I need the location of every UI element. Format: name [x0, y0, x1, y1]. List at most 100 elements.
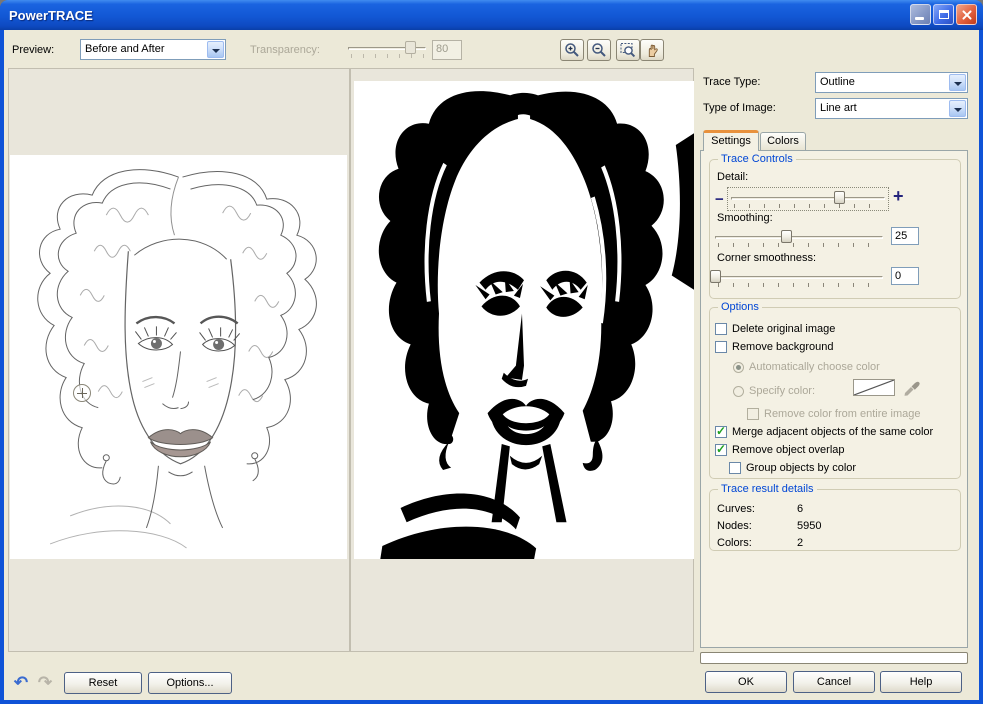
smoothing-value-field[interactable]: 25: [891, 227, 919, 245]
type-of-image-label: Type of Image:: [703, 102, 776, 114]
preview-area: [8, 68, 694, 652]
slider-ticks: [718, 243, 882, 247]
trace-type-combo[interactable]: Outline: [815, 72, 968, 93]
checkbox-box[interactable]: [715, 426, 727, 438]
restore-icon: [939, 10, 949, 19]
smoothing-slider[interactable]: [715, 230, 883, 248]
preview-combo-value: Before and After: [85, 40, 165, 59]
color-swatch: [853, 379, 895, 396]
help-button[interactable]: Help: [880, 671, 962, 693]
tab-settings[interactable]: Settings: [703, 130, 759, 151]
after-image[interactable]: [354, 81, 694, 559]
checkbox-merge-adjacent-objects[interactable]: Merge adjacent objects of the same color: [715, 425, 933, 439]
progress-bar: [700, 652, 968, 664]
window-title: PowerTRACE: [0, 8, 93, 23]
radio-circle: [733, 362, 744, 373]
detail-plus[interactable]: +: [893, 189, 904, 203]
undo-icon: ↶: [14, 674, 28, 692]
nodes-value: 5950: [797, 520, 821, 532]
powertrace-dialog: PowerTRACE Preview: Before and After Tra…: [0, 0, 983, 704]
radio-circle: [733, 386, 744, 397]
chevron-down-icon: [954, 82, 962, 86]
detail-slider[interactable]: [731, 191, 885, 209]
checkbox-remove-object-overlap[interactable]: Remove object overlap: [715, 443, 845, 457]
type-of-image-value: Line art: [820, 99, 857, 118]
checkbox-remove-color-entire-image: Remove color from entire image: [747, 407, 921, 421]
preview-combo[interactable]: Before and After: [80, 39, 226, 60]
zoom-in-button[interactable]: [560, 39, 584, 61]
curves-value: 6: [797, 503, 803, 515]
type-of-image-combo-button[interactable]: [949, 100, 966, 117]
zoom-in-icon: [564, 42, 580, 58]
dialog-body: Preview: Before and After Transparency: …: [4, 30, 979, 700]
cancel-button[interactable]: Cancel: [793, 671, 875, 693]
minimize-icon: [915, 17, 924, 20]
corner-value-field[interactable]: 0: [891, 267, 919, 285]
zoom-cursor-icon: [73, 384, 91, 402]
trace-type-combo-button[interactable]: [949, 74, 966, 91]
transparency-slider: [348, 41, 426, 59]
checkbox-label: Group objects by color: [746, 462, 856, 474]
reset-button[interactable]: Reset: [64, 672, 142, 694]
zoom-out-button[interactable]: [587, 39, 611, 61]
checkbox-remove-background[interactable]: Remove background: [715, 340, 834, 354]
transparency-label: Transparency:: [250, 44, 320, 56]
close-button[interactable]: [956, 4, 977, 25]
colors-value: 2: [797, 537, 803, 549]
before-image[interactable]: [10, 155, 347, 559]
transparency-value-field: 80: [432, 40, 462, 60]
pan-button[interactable]: [640, 39, 664, 61]
zoom-to-fit-button[interactable]: [616, 39, 640, 61]
trace-controls-caption: Trace Controls: [718, 153, 796, 165]
checkbox-group-objects-by-color[interactable]: Group objects by color: [729, 461, 856, 475]
corner-slider-thumb[interactable]: [710, 270, 721, 283]
checkbox-box: [747, 408, 759, 420]
checkbox-box[interactable]: [729, 462, 741, 474]
checkbox-label: Remove color from entire image: [764, 408, 921, 420]
settings-tab-panel: Trace Controls Detail: − + Smoothing: 25…: [700, 150, 968, 648]
eyedropper-button: [901, 376, 921, 396]
trace-result-caption: Trace result details: [718, 483, 817, 495]
smoothing-slider-thumb[interactable]: [781, 230, 792, 243]
slider-ticks: [734, 204, 884, 208]
after-portrait-trace: [354, 81, 694, 559]
slider-track: [731, 197, 885, 200]
tab-colors[interactable]: Colors: [760, 132, 806, 151]
radio-label: Specify color:: [749, 385, 815, 397]
checkbox-delete-original-image[interactable]: Delete original image: [715, 322, 835, 336]
detail-label: Detail:: [717, 171, 748, 183]
options-caption: Options: [718, 301, 762, 313]
radio-label: Automatically choose color: [749, 361, 880, 373]
corner-smoothness-slider[interactable]: [715, 270, 883, 288]
nodes-label: Nodes:: [717, 520, 752, 532]
restore-button[interactable]: [933, 4, 954, 25]
checkbox-box[interactable]: [715, 323, 727, 335]
trace-type-value: Outline: [820, 73, 855, 92]
checkbox-label: Remove object overlap: [732, 444, 845, 456]
titlebar[interactable]: PowerTRACE: [0, 0, 983, 30]
radio-automatically-choose-color: Automatically choose color: [733, 360, 880, 374]
redo-button[interactable]: ↷: [34, 673, 56, 693]
minimize-button[interactable]: [910, 4, 931, 25]
chevron-down-icon: [954, 108, 962, 112]
ok-button[interactable]: OK: [705, 671, 787, 693]
detail-minus[interactable]: −: [715, 193, 724, 207]
checkbox-box[interactable]: [715, 341, 727, 353]
trace-type-label: Trace Type:: [703, 76, 760, 88]
options-button[interactable]: Options...: [148, 672, 232, 694]
slider-track: [715, 276, 883, 279]
zoom-to-fit-icon: [620, 42, 636, 58]
zoom-out-icon: [591, 42, 607, 58]
hand-icon: [644, 42, 660, 58]
detail-slider-thumb[interactable]: [834, 191, 845, 204]
preview-label: Preview:: [12, 44, 54, 56]
preview-combo-button[interactable]: [207, 41, 224, 58]
type-of-image-combo[interactable]: Line art: [815, 98, 968, 119]
eyedropper-icon: [901, 376, 921, 396]
checkbox-box[interactable]: [715, 444, 727, 456]
undo-button[interactable]: ↶: [10, 673, 32, 693]
transparency-slider-thumb: [405, 41, 416, 54]
colors-label: Colors:: [717, 537, 752, 549]
slider-track: [715, 236, 883, 239]
checkbox-label: Merge adjacent objects of the same color: [732, 426, 933, 438]
